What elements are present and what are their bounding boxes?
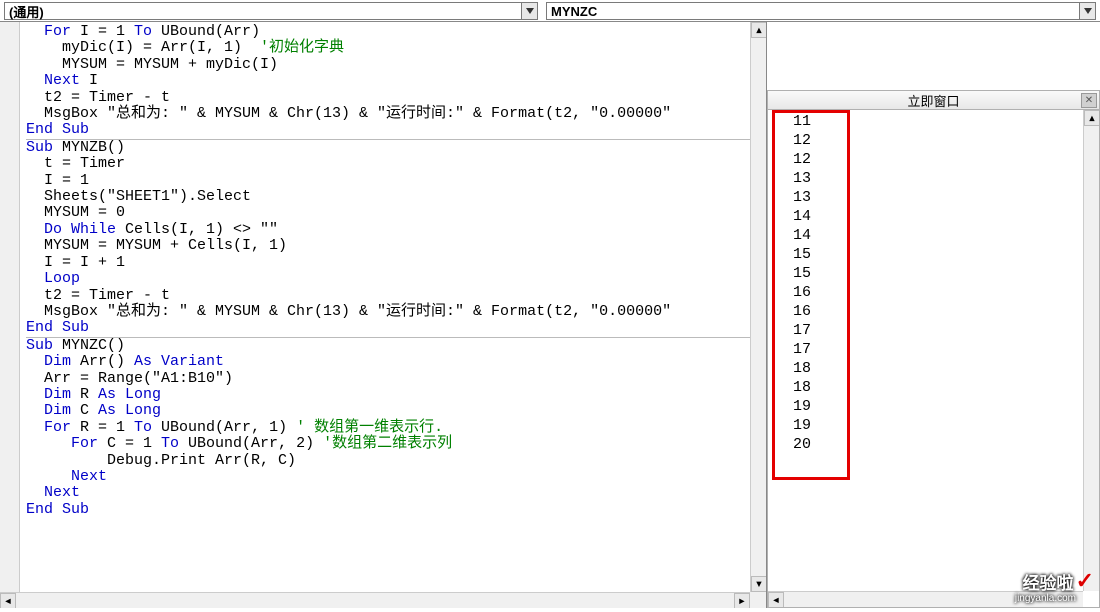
close-icon[interactable]: ✕ <box>1081 93 1097 108</box>
code-line[interactable]: Do While Cells(I, 1) <> "" <box>26 222 766 238</box>
watermark-text: 经验啦 <box>1023 569 1074 594</box>
vertical-scrollbar[interactable]: ▴ <box>1083 110 1099 591</box>
code-line[interactable]: End Sub <box>26 502 766 518</box>
object-dropdown-text: (通用) <box>5 2 521 21</box>
immediate-line: 15 <box>784 264 1099 283</box>
code-text[interactable]: For I = 1 To UBound(Arr) myDic(I) = Arr(… <box>20 22 766 518</box>
code-line[interactable]: Next <box>26 469 766 485</box>
code-line[interactable]: t2 = Timer - t <box>26 90 766 106</box>
code-panel: For I = 1 To UBound(Arr) myDic(I) = Arr(… <box>0 22 767 608</box>
immediate-line: 20 <box>784 435 1099 454</box>
code-container[interactable]: For I = 1 To UBound(Arr) myDic(I) = Arr(… <box>20 22 766 608</box>
immediate-body[interactable]: 11 12 12 13 13 14 14 15 15 16 16 17 17 1… <box>767 110 1100 608</box>
immediate-panel: 立即窗口 ✕ 11 12 12 13 13 14 14 15 15 16 16 … <box>767 22 1100 608</box>
code-line[interactable]: MsgBox "总和为: " & MYSUM & Chr(13) & "运行时间… <box>26 304 766 320</box>
code-line[interactable]: Arr = Range("A1:B10") <box>26 371 766 387</box>
code-gutter <box>0 22 20 608</box>
code-line[interactable]: I = I + 1 <box>26 255 766 271</box>
vertical-scrollbar[interactable]: ▴ ▾ <box>750 22 766 592</box>
immediate-line: 16 <box>784 283 1099 302</box>
procedure-dropdown[interactable]: MYNZC <box>546 2 1096 20</box>
code-line[interactable]: Loop <box>26 271 766 287</box>
immediate-output[interactable]: 11 12 12 13 13 14 14 15 15 16 16 17 17 1… <box>768 110 1099 454</box>
scroll-right-icon[interactable]: ▸ <box>734 593 750 608</box>
watermark: 经验啦 ✓ jingyanla.com <box>1023 568 1094 594</box>
code-line[interactable]: Sheets("SHEET1").Select <box>26 189 766 205</box>
scroll-left-icon[interactable]: ◂ <box>0 593 16 608</box>
immediate-line: 13 <box>784 188 1099 207</box>
immediate-line: 16 <box>784 302 1099 321</box>
immediate-line: 12 <box>784 150 1099 169</box>
scroll-left-icon[interactable]: ◂ <box>768 592 784 608</box>
immediate-title: 立即窗口 <box>907 91 959 110</box>
code-line[interactable]: MYSUM = MYSUM + myDic(I) <box>26 57 766 73</box>
code-line[interactable]: MYSUM = 0 <box>26 205 766 221</box>
code-line[interactable]: Dim Arr() As Variant <box>26 354 766 370</box>
code-line[interactable]: For I = 1 To UBound(Arr) <box>26 24 766 40</box>
code-line[interactable]: Dim R As Long <box>26 387 766 403</box>
code-line[interactable]: End Sub <box>26 122 766 138</box>
checkmark-icon: ✓ <box>1076 568 1094 594</box>
scroll-down-icon[interactable]: ▾ <box>751 576 767 592</box>
immediate-line: 18 <box>784 359 1099 378</box>
code-line[interactable]: t = Timer <box>26 156 766 172</box>
code-line[interactable]: Sub MYNZC() <box>26 338 766 354</box>
scroll-up-icon[interactable]: ▴ <box>751 22 767 38</box>
immediate-line: 15 <box>784 245 1099 264</box>
code-line[interactable]: MYSUM = MYSUM + Cells(I, 1) <box>26 238 766 254</box>
code-line[interactable]: Dim C As Long <box>26 403 766 419</box>
code-line[interactable]: End Sub <box>26 320 766 336</box>
scroll-up-icon[interactable]: ▴ <box>1084 110 1100 126</box>
scroll-corner <box>750 592 766 608</box>
immediate-line: 18 <box>784 378 1099 397</box>
immediate-line: 17 <box>784 321 1099 340</box>
immediate-line: 12 <box>784 131 1099 150</box>
watermark-sub: jingyanla.com <box>1015 593 1076 604</box>
code-line[interactable]: Next <box>26 485 766 501</box>
code-line[interactable]: Next I <box>26 73 766 89</box>
procedure-dropdown-text: MYNZC <box>547 4 1079 19</box>
immediate-line: 14 <box>784 207 1099 226</box>
immediate-line: 13 <box>784 169 1099 188</box>
object-dropdown[interactable]: (通用) <box>4 2 538 20</box>
toolbar: (通用) MYNZC <box>0 0 1100 22</box>
immediate-line: 17 <box>784 340 1099 359</box>
chevron-down-icon[interactable] <box>521 3 537 19</box>
immediate-spacer <box>767 22 1100 56</box>
immediate-line: 19 <box>784 416 1099 435</box>
code-line[interactable]: For C = 1 To UBound(Arr, 2) '数组第二维表示列 <box>26 436 766 452</box>
code-line[interactable]: I = 1 <box>26 173 766 189</box>
chevron-down-icon[interactable] <box>1079 3 1095 19</box>
code-line[interactable]: t2 = Timer - t <box>26 288 766 304</box>
code-line[interactable]: Sub MYNZB() <box>26 140 766 156</box>
horizontal-scrollbar[interactable]: ◂ ▸ <box>0 592 750 608</box>
immediate-line: 14 <box>784 226 1099 245</box>
main-area: For I = 1 To UBound(Arr) myDic(I) = Arr(… <box>0 22 1100 608</box>
code-line[interactable]: Debug.Print Arr(R, C) <box>26 453 766 469</box>
code-line[interactable]: MsgBox "总和为: " & MYSUM & Chr(13) & "运行时间… <box>26 106 766 122</box>
immediate-line: 11 <box>784 112 1099 131</box>
code-line[interactable]: For R = 1 To UBound(Arr, 1) ' 数组第一维表示行. <box>26 420 766 436</box>
code-line[interactable]: myDic(I) = Arr(I, 1) '初始化字典 <box>26 40 766 56</box>
immediate-title-bar[interactable]: 立即窗口 ✕ <box>767 90 1100 110</box>
immediate-line: 19 <box>784 397 1099 416</box>
